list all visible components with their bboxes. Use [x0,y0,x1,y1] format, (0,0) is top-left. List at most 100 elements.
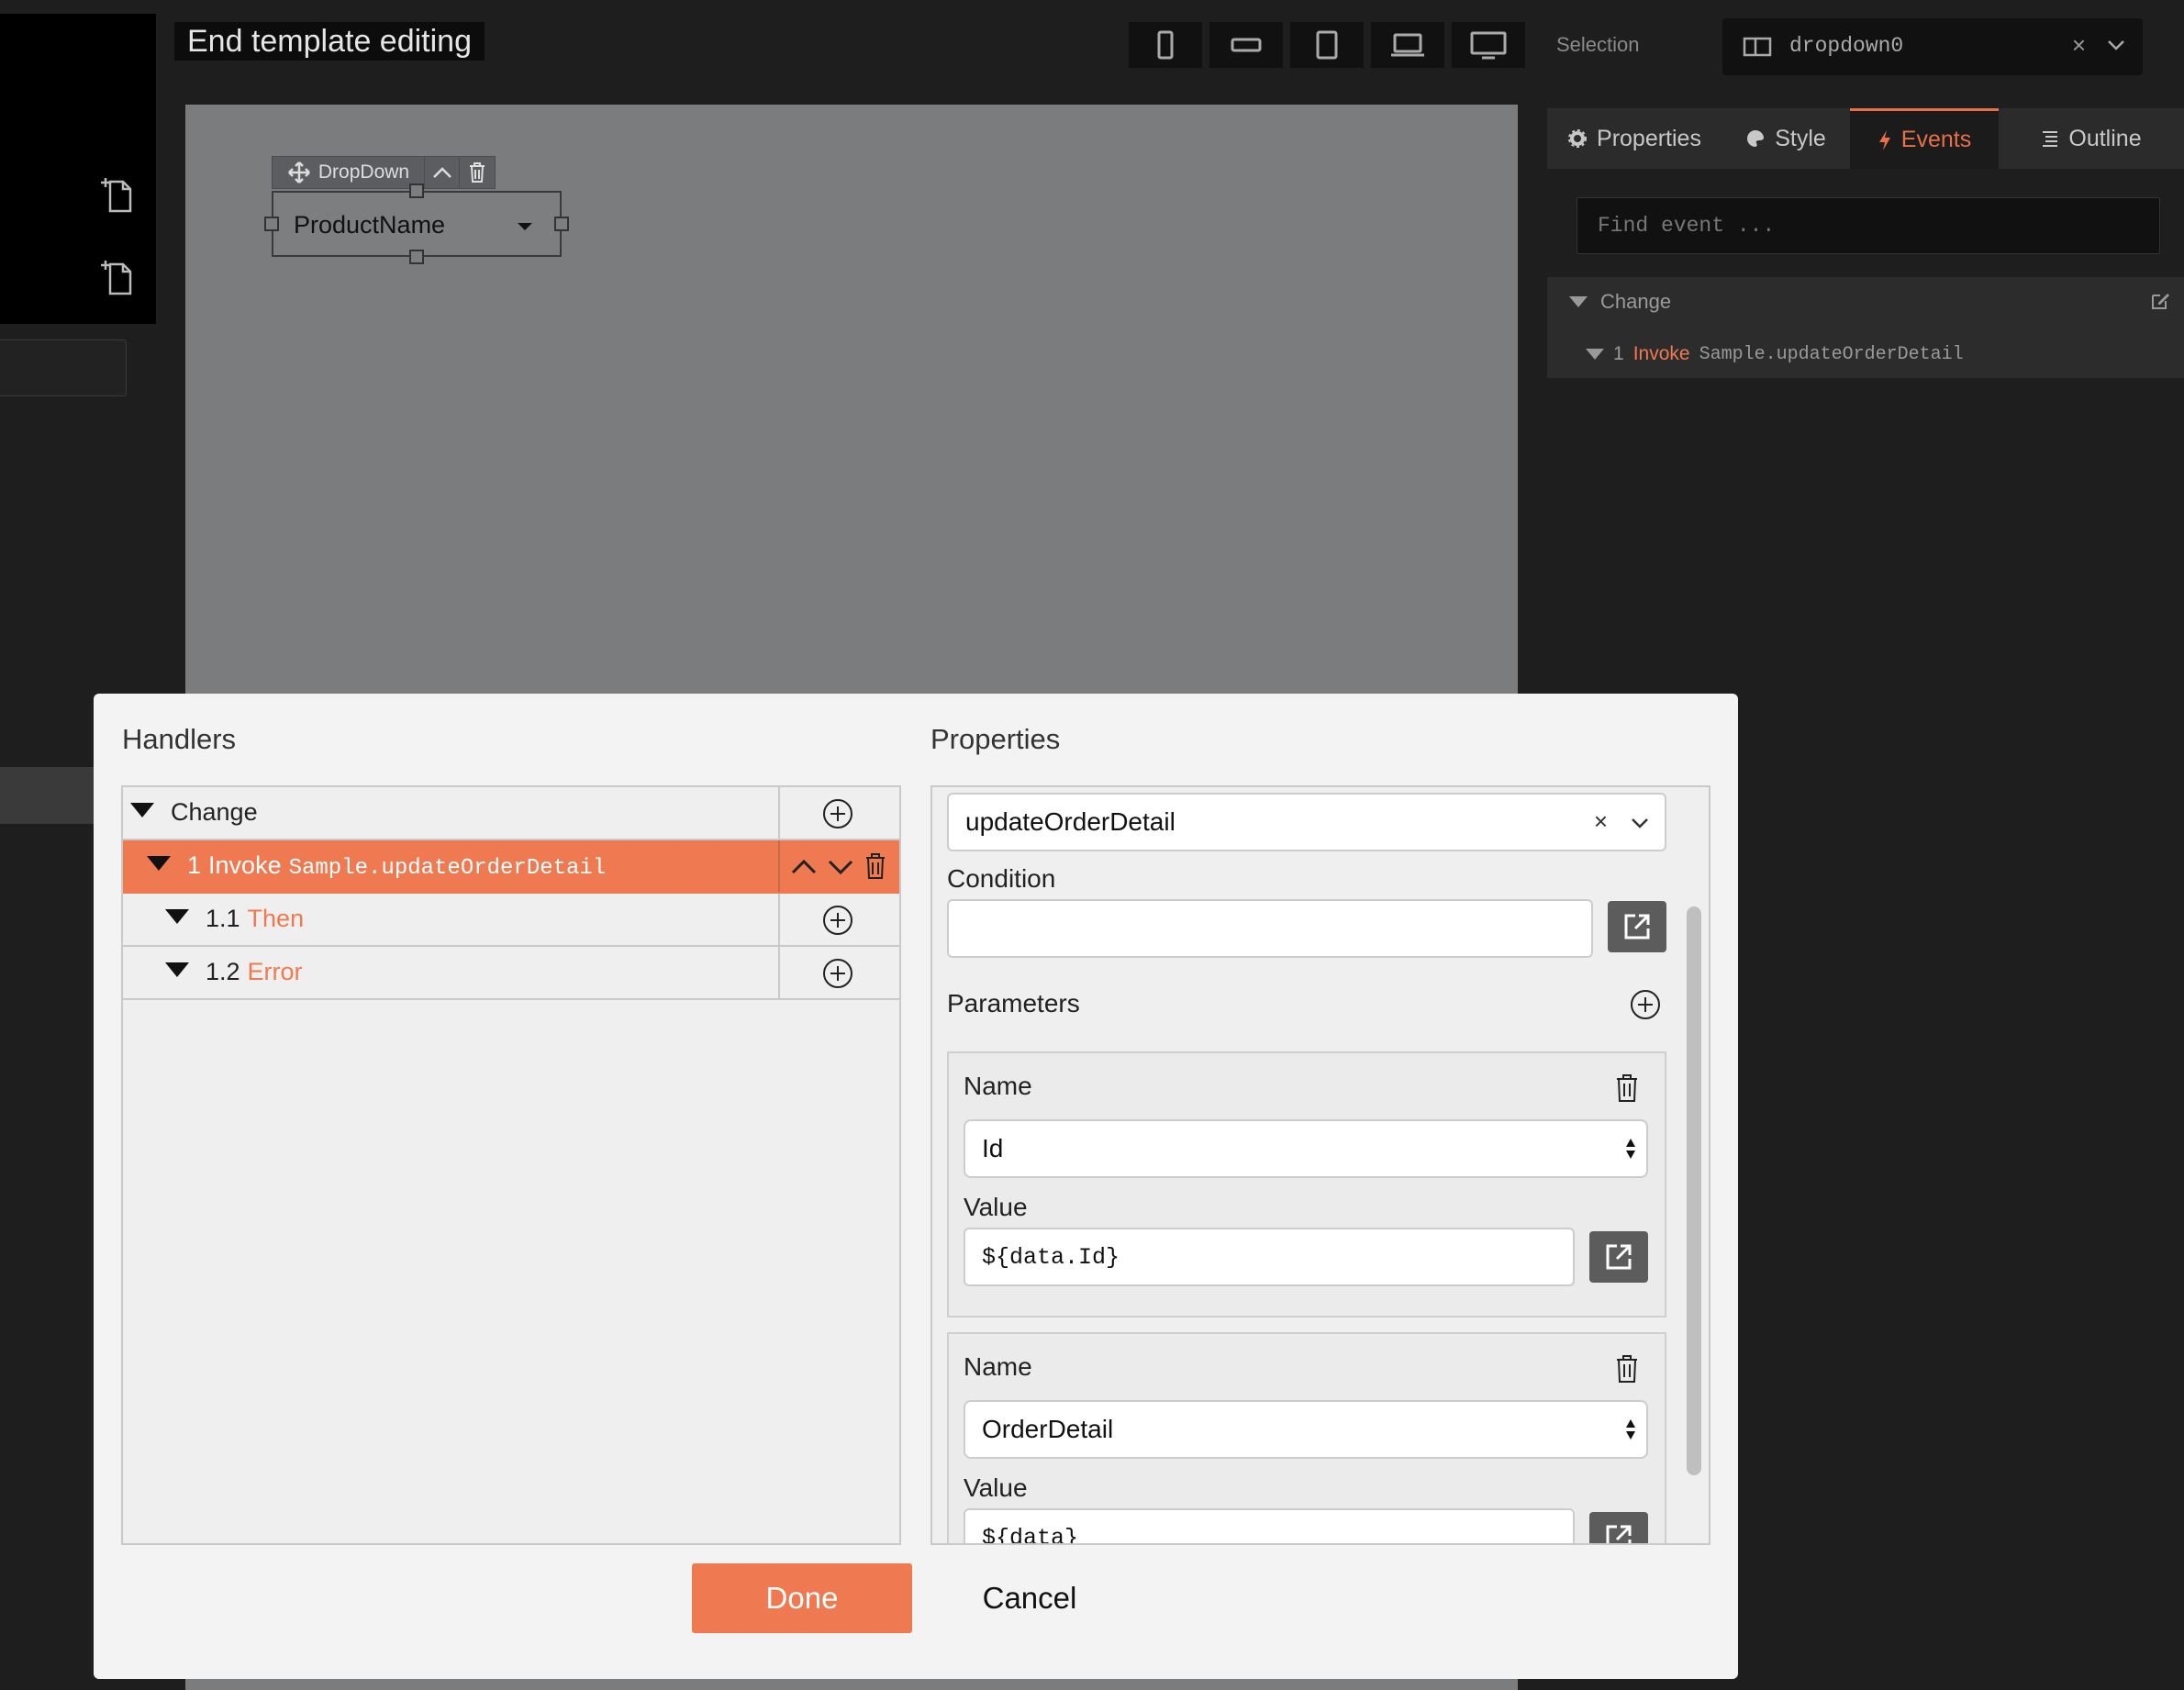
tree-invoke-number: 1 [187,851,202,879]
add-parameter-button[interactable] [1630,989,1661,1020]
find-event-input[interactable]: Find event ... [1577,197,2160,254]
inspector-tabs: Properties Style Events Outline [1547,108,2184,169]
clear-selection-icon[interactable]: × [2072,31,2086,60]
resize-handle-right[interactable] [554,217,569,231]
device-desktop-button[interactable] [1452,22,1525,68]
param-value-expression-button[interactable] [1589,1231,1648,1283]
tree-invoke-type: Invoke [208,851,282,879]
properties-title: Properties [930,723,1061,755]
tree-row-error[interactable]: 1.2 Error [123,947,899,1000]
tab-outline[interactable]: Outline [1999,108,2184,169]
new-page-icon[interactable] [101,176,132,213]
device-phone-landscape-button[interactable] [1209,22,1283,68]
external-edit-icon [1606,1244,1632,1270]
delete-parameter-button[interactable] [1615,1073,1639,1103]
selection-dropdown[interactable]: dropdown0 × [1722,18,2143,75]
select-parent-button[interactable] [425,157,460,188]
dropdown-component-icon [1743,37,1772,57]
condition-expression-button[interactable] [1608,901,1666,952]
parameters-label: Parameters [947,989,1080,1017]
tab-events[interactable]: Events [1850,108,1999,169]
properties-scrollbar[interactable] [1687,906,1701,1475]
param-name-select[interactable]: OrderDetail [964,1400,1648,1459]
done-button[interactable]: Done [692,1563,912,1633]
left-list-item-selected[interactable] [0,767,94,824]
param-value: ${data.Id} [982,1244,1120,1271]
triangle-down-icon [147,856,171,871]
param-value-label: Value [964,1193,1028,1221]
resize-handle-top[interactable] [409,183,424,198]
properties-panel: updateOrderDetail × Condition Parameters… [930,785,1710,1545]
tab-style[interactable]: Style [1722,108,1850,169]
delete-action-button[interactable] [864,852,886,880]
tree-error-number: 1.2 [206,958,240,985]
tree-row-invoke[interactable]: 1 Invoke Sample.updateOrderDetail [123,840,899,894]
tablet-portrait-icon [1316,30,1338,60]
param-name-label: Name [964,1352,1032,1381]
move-down-button[interactable] [828,859,853,875]
param-name-select[interactable]: Id [964,1119,1648,1178]
param-value-input[interactable]: ${data} [964,1508,1575,1543]
tab-properties[interactable]: Properties [1547,108,1722,169]
left-search-input[interactable] [0,339,127,396]
condition-input[interactable] [947,899,1593,958]
event-change-item[interactable]: Change [1569,290,1671,314]
add-error-handler-button[interactable] [822,958,853,989]
event-action-number: 1 [1613,343,1624,364]
add-handler-button[interactable] [822,798,853,829]
dropdown-component[interactable]: ProductName [272,191,562,257]
method-select[interactable]: updateOrderDetail × [947,793,1666,851]
triangle-down-icon [1586,349,1604,360]
tree-row-change[interactable]: Change [123,787,899,840]
clear-method-icon[interactable]: × [1594,807,1608,836]
dropdown-drag-handle[interactable]: DropDown [273,157,425,188]
resize-handle-bottom[interactable] [409,250,424,264]
tree-invoke-target: Sample.updateOrderDetail [288,856,607,881]
device-laptop-button[interactable] [1371,22,1444,68]
desktop-icon [1470,31,1507,60]
chevron-up-icon [432,167,451,178]
resize-handle-left[interactable] [264,217,279,231]
param-value-input[interactable]: ${data.Id} [964,1228,1575,1286]
end-template-editing-button[interactable]: End template editing [174,22,485,61]
left-panel [0,14,156,324]
caret-down-icon [518,223,532,230]
tab-properties-label: Properties [1597,125,1701,151]
param-name-value: OrderDetail [982,1415,1114,1443]
add-then-handler-button[interactable] [822,905,853,936]
triangle-down-icon [1569,296,1588,307]
handlers-tree: Change 1 Invoke Sample.updateOrderDetail… [121,785,901,1545]
selection-value: dropdown0 [1789,34,1904,58]
cancel-button[interactable]: Cancel [965,1563,1094,1633]
event-action-item[interactable]: 1 Invoke Sample.updateOrderDetail [1586,343,1964,365]
tab-events-label: Events [1900,127,1972,152]
method-value: updateOrderDetail [965,807,1176,836]
event-action-type: Invoke [1632,343,1690,364]
device-tablet-portrait-button[interactable] [1290,22,1364,68]
selection-label: Selection [1556,33,1640,56]
delete-parameter-button[interactable] [1615,1354,1639,1384]
tree-row-then[interactable]: 1.1 Then [123,894,899,947]
tab-style-label: Style [1775,125,1826,151]
laptop-icon [1391,33,1424,57]
move-up-button[interactable] [791,859,817,875]
new-layout-icon[interactable] [101,259,132,295]
param-value-label: Value [964,1473,1028,1502]
dropdown-type-label: DropDown [318,161,410,183]
edit-event-icon[interactable] [2149,290,2171,312]
external-edit-icon [1606,1525,1632,1543]
chevron-down-icon[interactable] [1630,813,1650,833]
select-arrows-icon [1626,1419,1635,1440]
select-arrows-icon [1626,1139,1635,1159]
phone-landscape-icon [1231,38,1262,52]
move-icon [288,161,310,183]
dropdown-value: ProductName [294,211,446,239]
delete-component-button[interactable] [460,157,495,188]
param-value-expression-button[interactable] [1589,1512,1648,1543]
trash-icon [470,162,485,183]
event-name: Change [1600,290,1672,313]
tree-then-label: Then [247,905,305,932]
device-phone-portrait-button[interactable] [1129,22,1202,68]
parameter-card: Name OrderDetail Value ${data} [947,1332,1666,1543]
chevron-down-icon[interactable] [2106,35,2126,55]
